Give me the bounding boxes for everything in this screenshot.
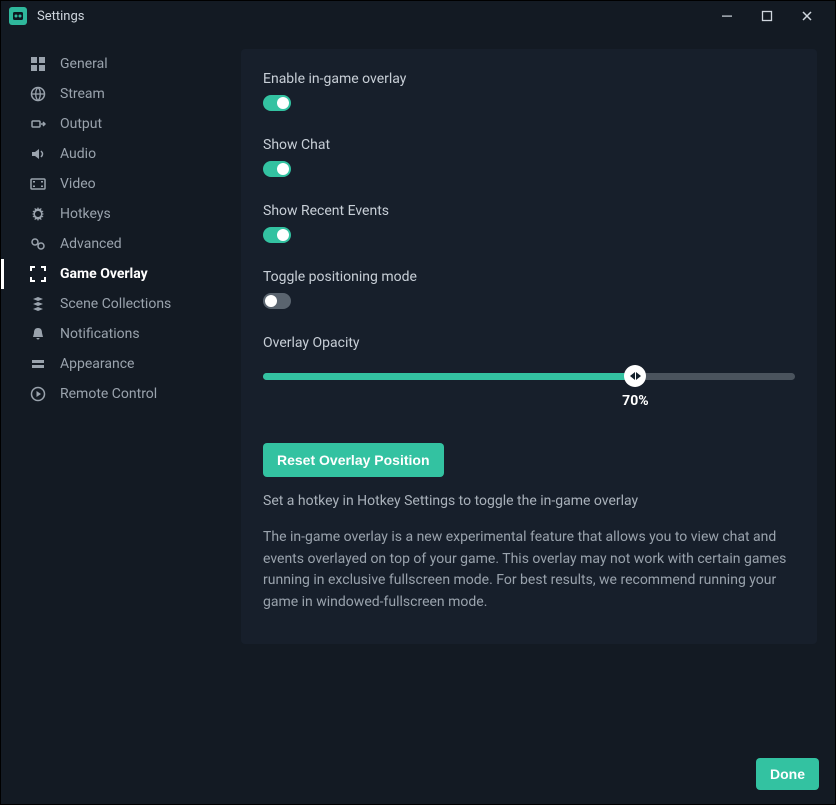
sidebar-item-appearance[interactable]: Appearance bbox=[1, 349, 223, 379]
show-chat-toggle[interactable] bbox=[263, 161, 291, 177]
overlay-opacity-slider[interactable]: 70% bbox=[263, 359, 795, 409]
sidebar-item-label: General bbox=[60, 56, 108, 72]
sidebar-item-game-overlay[interactable]: Game Overlay bbox=[1, 259, 223, 289]
sidebar-item-label: Video bbox=[60, 176, 96, 192]
gears-icon bbox=[30, 236, 46, 252]
enable-overlay-label: Enable in-game overlay bbox=[263, 71, 795, 87]
toggle-positioning-label: Toggle positioning mode bbox=[263, 269, 795, 285]
settings-panel: Enable in-game overlay Show Chat Show Re… bbox=[241, 49, 817, 644]
sidebar-item-label: Remote Control bbox=[60, 386, 157, 402]
sidebar-item-label: Stream bbox=[60, 86, 105, 102]
reset-overlay-position-button[interactable]: Reset Overlay Position bbox=[263, 443, 444, 477]
show-recent-events-label: Show Recent Events bbox=[263, 203, 795, 219]
sidebar-item-output[interactable]: Output bbox=[1, 109, 223, 139]
collections-icon bbox=[30, 296, 46, 312]
globe-icon bbox=[30, 86, 46, 102]
show-recent-events-toggle[interactable] bbox=[263, 227, 291, 243]
close-button[interactable] bbox=[787, 2, 827, 30]
sidebar-item-label: Scene Collections bbox=[60, 296, 171, 312]
bell-icon bbox=[30, 326, 46, 342]
play-circle-icon bbox=[30, 386, 46, 402]
sidebar-item-remote-control[interactable]: Remote Control bbox=[1, 379, 223, 409]
overlay-opacity-value: 70% bbox=[622, 393, 648, 409]
overlay-opacity-label: Overlay Opacity bbox=[263, 335, 795, 351]
sidebar-item-label: Hotkeys bbox=[60, 206, 111, 222]
toggle-positioning-toggle[interactable] bbox=[263, 293, 291, 309]
settings-window: Settings General Stream Output Audio bbox=[0, 0, 836, 805]
grid-icon bbox=[30, 56, 46, 72]
window-title: Settings bbox=[37, 9, 84, 24]
sidebar-item-general[interactable]: General bbox=[1, 49, 223, 79]
sidebar-item-label: Game Overlay bbox=[60, 266, 148, 282]
app-icon bbox=[9, 7, 27, 25]
sidebar-item-video[interactable]: Video bbox=[1, 169, 223, 199]
done-button[interactable]: Done bbox=[756, 758, 819, 790]
hotkey-hint-text: Set a hotkey in Hotkey Settings to toggl… bbox=[263, 493, 795, 509]
minimize-button[interactable] bbox=[707, 2, 747, 30]
sidebar-item-label: Advanced bbox=[60, 236, 122, 252]
sidebar-item-label: Notifications bbox=[60, 326, 140, 342]
sidebar: General Stream Output Audio Video Hotkey bbox=[1, 31, 223, 744]
maximize-button[interactable] bbox=[747, 2, 787, 30]
sidebar-item-audio[interactable]: Audio bbox=[1, 139, 223, 169]
appearance-icon bbox=[30, 356, 46, 372]
sidebar-item-label: Output bbox=[60, 116, 102, 132]
video-icon bbox=[30, 176, 46, 192]
sidebar-item-label: Appearance bbox=[60, 356, 134, 372]
audio-icon bbox=[30, 146, 46, 162]
enable-overlay-toggle[interactable] bbox=[263, 95, 291, 111]
slider-thumb-icon[interactable] bbox=[624, 365, 646, 387]
sidebar-item-scene-collections[interactable]: Scene Collections bbox=[1, 289, 223, 319]
footer: Done bbox=[1, 744, 835, 804]
sidebar-item-label: Audio bbox=[60, 146, 96, 162]
sidebar-item-notifications[interactable]: Notifications bbox=[1, 319, 223, 349]
overlay-description-text: The in-game overlay is a new experimenta… bbox=[263, 527, 795, 614]
sidebar-item-advanced[interactable]: Advanced bbox=[1, 229, 223, 259]
show-chat-label: Show Chat bbox=[263, 137, 795, 153]
gear-icon bbox=[30, 206, 46, 222]
sidebar-item-hotkeys[interactable]: Hotkeys bbox=[1, 199, 223, 229]
sidebar-item-stream[interactable]: Stream bbox=[1, 79, 223, 109]
titlebar: Settings bbox=[1, 1, 835, 31]
expand-icon bbox=[30, 266, 46, 282]
output-icon bbox=[30, 116, 46, 132]
